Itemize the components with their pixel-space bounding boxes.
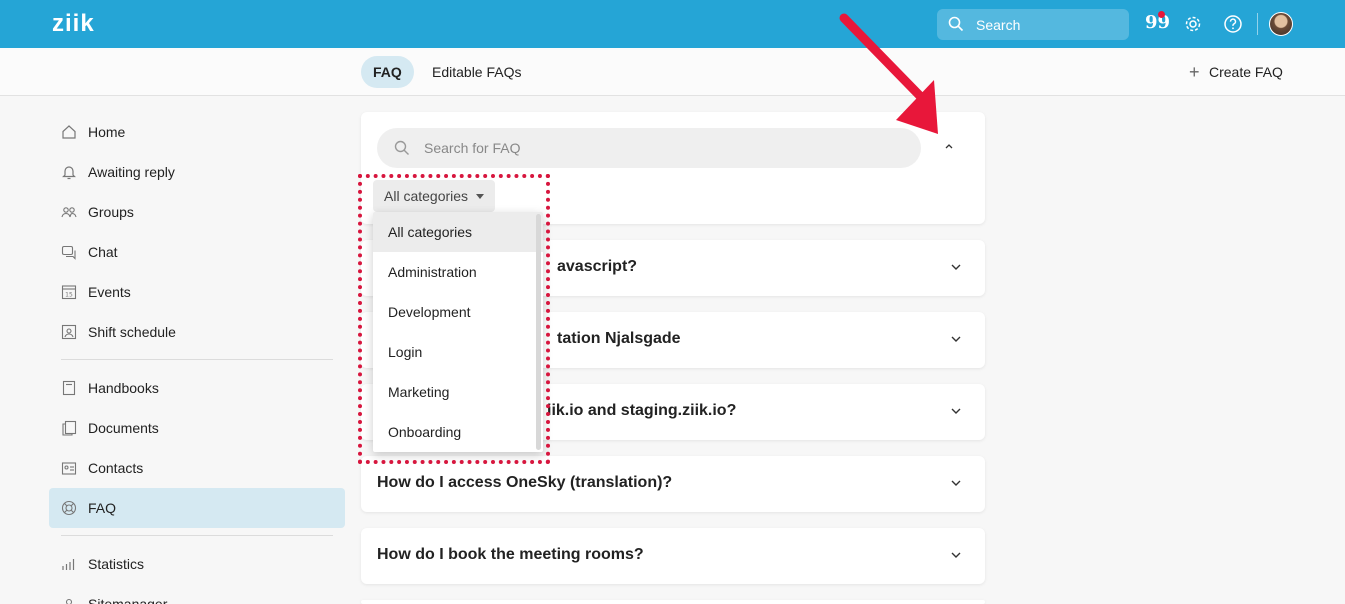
sidebar-item-statistics[interactable]: Statistics bbox=[49, 544, 345, 584]
chevron-down-icon[interactable] bbox=[950, 551, 962, 559]
faq-item[interactable]: How do I book the meeting rooms? bbox=[361, 528, 985, 584]
sidebar-item-groups[interactable]: Groups bbox=[49, 192, 345, 232]
chevron-up-icon[interactable] bbox=[943, 142, 955, 150]
plus-icon: + bbox=[1189, 62, 1200, 82]
sidebar-item-contacts[interactable]: Contacts bbox=[49, 448, 345, 488]
groups-icon bbox=[61, 204, 77, 220]
sidebar-item-label: Awaiting reply bbox=[88, 164, 175, 180]
tab-faq[interactable]: FAQ bbox=[361, 56, 414, 88]
sidebar-item-label: Contacts bbox=[88, 460, 144, 476]
sidebar-item-label: Shift schedule bbox=[88, 324, 176, 340]
sidebar-divider bbox=[61, 359, 333, 360]
svg-text:15: 15 bbox=[65, 292, 73, 299]
faq-question: avascript? bbox=[557, 258, 638, 275]
statistics-icon bbox=[61, 556, 77, 572]
sidebar-item-faq[interactable]: FAQ bbox=[49, 488, 345, 528]
chevron-down-icon[interactable] bbox=[950, 263, 962, 271]
shift-schedule-icon bbox=[61, 324, 77, 340]
sidebar-divider bbox=[61, 535, 333, 536]
sidebar-item-events[interactable]: 15 Events bbox=[49, 272, 345, 312]
lifebuoy-icon bbox=[61, 500, 77, 516]
create-faq-label: Create FAQ bbox=[1209, 64, 1283, 80]
search-icon bbox=[394, 140, 409, 155]
sidebar-item-documents[interactable]: Documents bbox=[49, 408, 345, 448]
sidebar-item-label: Documents bbox=[88, 420, 159, 436]
faq-item[interactable]: How do I access OneSky (translation)? bbox=[361, 456, 985, 512]
global-search-label: Search bbox=[976, 17, 1021, 33]
annotation-highlight-box bbox=[358, 174, 550, 464]
sidebar-item-label: Events bbox=[88, 284, 131, 300]
help-icon[interactable] bbox=[1223, 14, 1243, 34]
global-search[interactable]: Search bbox=[937, 9, 1129, 40]
sitemanager-icon bbox=[61, 596, 77, 604]
sidebar-item-handbooks[interactable]: Handbooks bbox=[49, 368, 345, 408]
sidebar-item-label: Chat bbox=[88, 244, 118, 260]
sidebar-item-chat[interactable]: Chat bbox=[49, 232, 345, 272]
chevron-down-icon[interactable] bbox=[950, 335, 962, 343]
sidebar-item-awaiting-reply[interactable]: Awaiting reply bbox=[49, 152, 345, 192]
sidebar-item-label: Sitemanager bbox=[88, 596, 168, 604]
sidebar-item-label: Handbooks bbox=[88, 380, 159, 396]
logo[interactable]: ziik bbox=[52, 10, 95, 38]
home-icon bbox=[61, 124, 77, 140]
tab-editable-faqs[interactable]: Editable FAQs bbox=[420, 56, 534, 88]
calendar-icon: 15 bbox=[61, 284, 77, 300]
notification-dot bbox=[1158, 11, 1165, 18]
faq-question: tation Njalsgade bbox=[557, 330, 681, 347]
sidebar-item-label: FAQ bbox=[88, 500, 117, 516]
faq-search-placeholder: Search for FAQ bbox=[424, 140, 521, 156]
bell-icon bbox=[61, 164, 77, 180]
sidebar-item-shift-schedule[interactable]: Shift schedule bbox=[49, 312, 345, 352]
create-faq-button[interactable]: + Create FAQ bbox=[1189, 62, 1283, 82]
chevron-down-icon[interactable] bbox=[950, 479, 962, 487]
top-bar: ziik Search 99 bbox=[0, 0, 1345, 48]
sidebar-item-home[interactable]: Home bbox=[49, 112, 345, 152]
faq-question: iik.io and staging.ziik.io? bbox=[547, 402, 737, 419]
annotation-arrow-icon bbox=[839, 13, 938, 134]
sidebar: Home Awaiting reply Groups Chat 15 Event… bbox=[49, 112, 345, 604]
faq-item[interactable] bbox=[361, 600, 985, 604]
sidebar-item-label: Groups bbox=[88, 204, 134, 220]
documents-icon bbox=[61, 420, 77, 436]
sidebar-item-label: Statistics bbox=[88, 556, 145, 572]
top-divider bbox=[1257, 13, 1258, 35]
chat-icon bbox=[61, 244, 77, 260]
chevron-down-icon[interactable] bbox=[950, 407, 962, 415]
sidebar-item-sitemanager[interactable]: Sitemanager bbox=[49, 584, 345, 604]
contacts-icon bbox=[61, 460, 77, 476]
gear-icon[interactable] bbox=[1183, 14, 1203, 34]
sidebar-item-label: Home bbox=[88, 124, 126, 140]
handbook-icon bbox=[61, 380, 77, 396]
faq-question: How do I book the meeting rooms? bbox=[377, 546, 644, 563]
avatar[interactable] bbox=[1269, 12, 1293, 36]
faq-question: How do I access OneSky (translation)? bbox=[377, 474, 673, 491]
sub-header: FAQ Editable FAQs + Create FAQ bbox=[0, 48, 1345, 96]
